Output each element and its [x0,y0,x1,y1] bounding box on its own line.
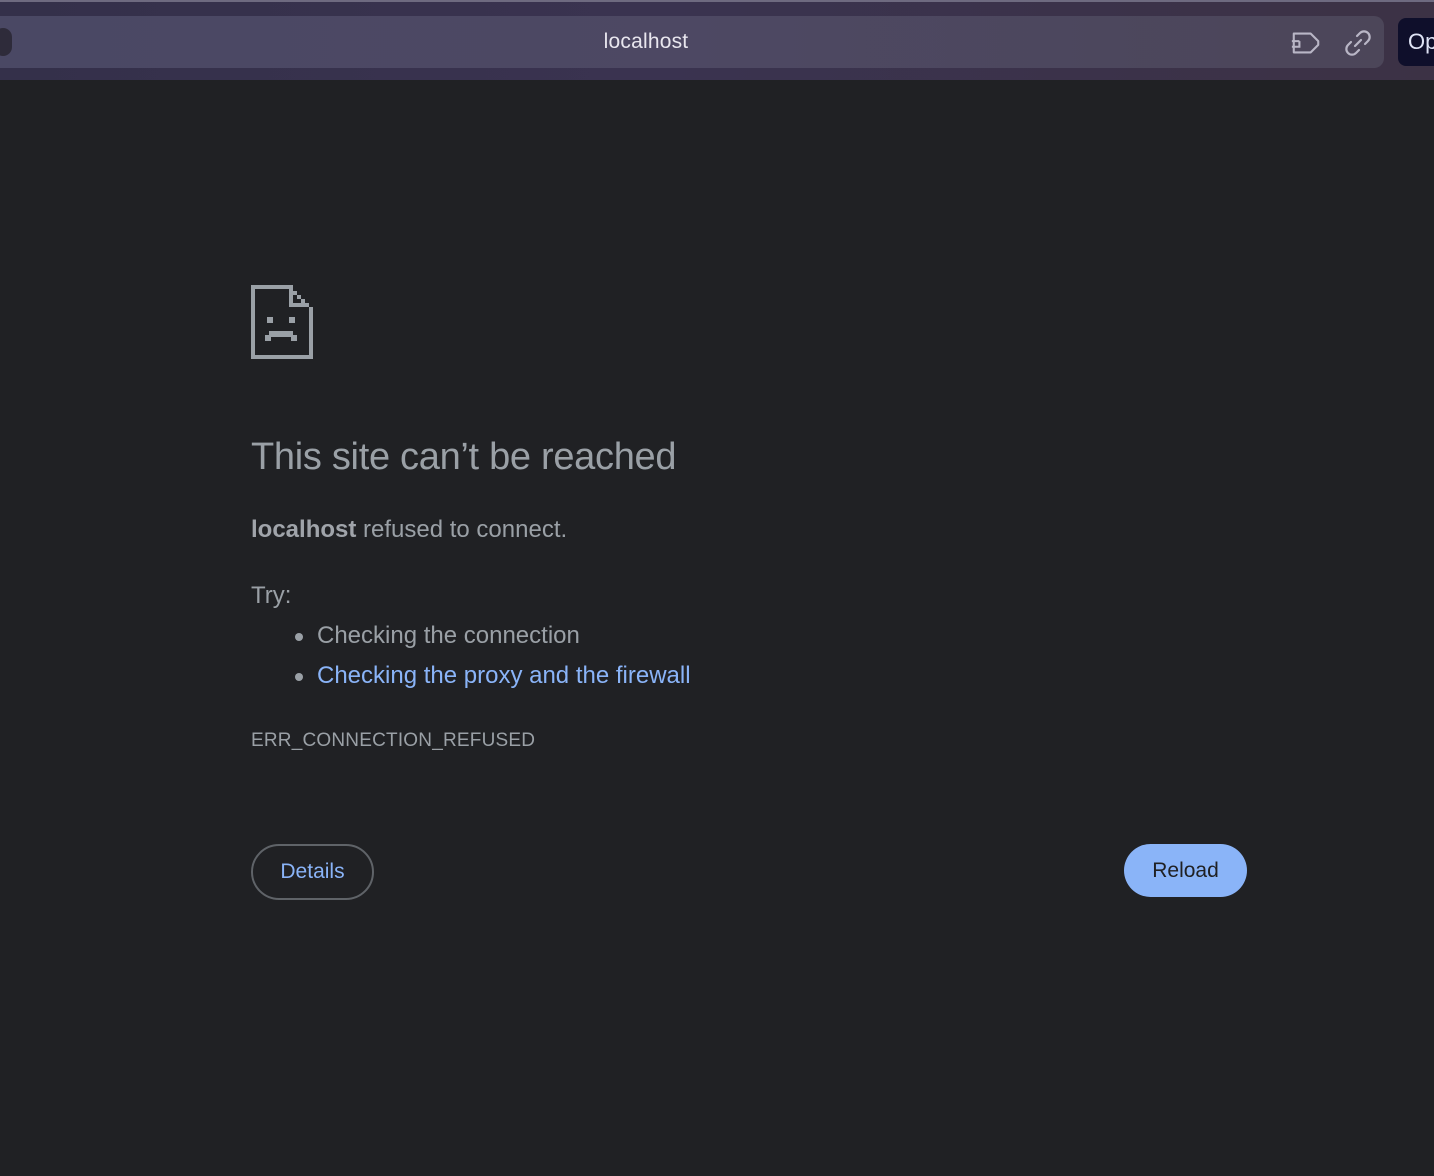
extension-route-icon[interactable] [1290,28,1322,58]
open-button[interactable]: Op [1398,18,1434,66]
error-host: localhost [251,516,357,543]
error-title: This site can’t be reached [251,436,677,478]
reload-button[interactable]: Reload [1124,844,1247,897]
suggestion-check-proxy-firewall-link[interactable]: Checking the proxy and the firewall [295,656,691,696]
details-button[interactable]: Details [251,844,374,900]
address-bar-url[interactable]: localhost [0,16,1292,68]
suggestions-list: Checking the connection Checking the pro… [251,616,691,696]
browser-toolbar: localhost Op [0,0,1434,80]
link-icon[interactable] [1342,28,1374,58]
sad-page-icon [251,285,313,359]
error-message-suffix: refused to connect. [363,516,568,543]
try-label: Try: [251,582,292,609]
error-code: ERR_CONNECTION_REFUSED [251,730,536,751]
suggestion-check-connection: Checking the connection [295,616,691,656]
error-message: localhost refused to connect. [251,516,567,544]
